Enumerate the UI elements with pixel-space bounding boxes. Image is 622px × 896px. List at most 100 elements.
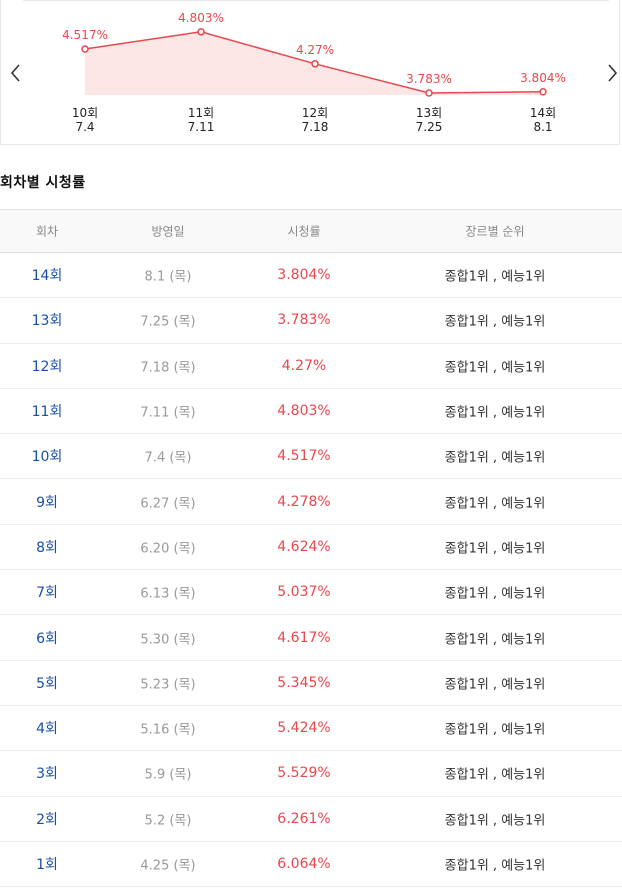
chart-tick-episode: 14회 — [529, 106, 557, 120]
table-row: 13회 7.25 (목) 3.783% 종합1위 , 예능1위 — [0, 298, 622, 344]
row-genre-rank: 종합1위 , 예능1위 — [444, 722, 546, 738]
row-genre-rank: 종합1위 , 예능1위 — [444, 632, 546, 648]
row-genre-rank: 종합1위 , 예능1위 — [444, 360, 546, 376]
row-air-date: 5.9 (목) — [144, 767, 192, 783]
table-row: 12회 7.18 (목) 4.27% 종합1위 , 예능1위 — [0, 344, 622, 389]
row-rating: 3.783% — [277, 312, 331, 329]
row-episode-link[interactable]: 7회 — [36, 582, 58, 602]
table-row: 6회 5.30 (목) 4.617% 종합1위 , 예능1위 — [0, 615, 622, 661]
table-row: 5회 5.23 (목) 5.345% 종합1위 , 예능1위 — [0, 661, 622, 706]
chart-x-tick: 14회 8.1 — [513, 106, 573, 134]
table-row: 8회 6.20 (목) 4.624% 종합1위 , 예능1위 — [0, 525, 622, 571]
chart-x-tick: 11회 7.11 — [171, 106, 231, 134]
table-row: 7회 6.13 (목) 5.037% 종합1위 , 예능1위 — [0, 570, 622, 616]
chart-value-label: 4.803% — [178, 11, 224, 25]
row-rating: 6.261% — [277, 810, 331, 827]
row-rating: 4.624% — [277, 538, 331, 555]
chart-value-label: 3.783% — [406, 72, 452, 86]
row-rating: 6.064% — [277, 856, 331, 872]
row-rating: 4.803% — [277, 403, 331, 420]
chart-point — [425, 89, 433, 97]
chart-point — [197, 28, 205, 36]
row-episode-link[interactable]: 12회 — [32, 356, 63, 376]
row-air-date: 6.20 (목) — [140, 541, 196, 557]
table-row: 3회 5.9 (목) 5.529% 종합1위 , 예능1위 — [0, 751, 622, 797]
table-header: 회차 방영일 시청률 장르별 순위 — [0, 209, 622, 253]
row-air-date: 7.25 (목) — [140, 314, 196, 330]
row-episode-link[interactable]: 4회 — [36, 718, 58, 738]
chart-x-tick: 10회 7.4 — [55, 106, 115, 134]
row-episode-link[interactable]: 13회 — [32, 310, 63, 330]
chart-tick-date: 8.1 — [533, 120, 553, 134]
row-air-date: 4.25 (목) — [140, 858, 196, 874]
row-rating: 4.278% — [277, 493, 331, 510]
header-rating: 시청률 — [287, 224, 321, 239]
row-genre-rank: 종합1위 , 예능1위 — [444, 767, 546, 783]
header-rank: 장르별 순위 — [465, 224, 525, 239]
row-genre-rank: 종합1위 , 예능1위 — [444, 496, 546, 512]
chart-point — [539, 88, 547, 96]
row-genre-rank: 종합1위 , 예능1위 — [444, 269, 546, 285]
row-episode-link[interactable]: 11회 — [32, 401, 63, 421]
table-body: 14회 8.1 (목) 3.804% 종합1위 , 예능1위 13회 7.25 (목) 3.… — [0, 253, 622, 888]
row-genre-rank: 종합1위 , 예능1위 — [444, 586, 546, 602]
row-episode-link[interactable]: 9회 — [36, 492, 58, 512]
row-rating: 4.517% — [277, 448, 331, 465]
row-air-date: 7.18 (목) — [140, 360, 196, 376]
chevron-right-icon[interactable] — [603, 62, 621, 84]
header-episode: 회차 — [35, 224, 59, 239]
row-rating: 5.037% — [277, 584, 331, 601]
row-rating: 5.424% — [277, 720, 331, 737]
table-row: 14회 8.1 (목) 3.804% 종합1위 , 예능1위 — [0, 253, 622, 299]
row-episode-link[interactable]: 10회 — [32, 446, 63, 466]
table-row: 9회 6.27 (목) 4.278% 종합1위 , 예능1위 — [0, 479, 622, 525]
row-air-date: 5.16 (목) — [140, 722, 196, 738]
row-air-date: 8.1 (목) — [144, 269, 192, 285]
table-row: 11회 7.11 (목) 4.803% 종합1위 , 예능1위 — [0, 389, 622, 435]
row-genre-rank: 종합1위 , 예능1위 — [444, 541, 546, 557]
row-episode-link[interactable]: 8회 — [36, 537, 58, 557]
row-air-date: 6.27 (목) — [140, 496, 196, 512]
chevron-left-icon[interactable] — [7, 62, 25, 84]
header-air-date: 방영일 — [151, 224, 185, 239]
chart-tick-date: 7.11 — [187, 120, 215, 134]
ratings-table: 회차 방영일 시청률 장르별 순위 14회 8.1 (목) 3.804% 종합1위 ,… — [0, 209, 622, 888]
chart-point — [311, 60, 319, 68]
row-episode-link[interactable]: 1회 — [36, 854, 58, 874]
ratings-page: 4.517% 4.803% 4.27% 3.783% 3.804% 10회 7.4 11회 7… — [0, 0, 622, 896]
table-row: 1회 4.25 (목) 6.064% 종합1위 , 예능1위 — [0, 842, 622, 888]
table-row: 2회 5.2 (목) 6.261% 종합1위 , 예능1위 — [0, 797, 622, 842]
row-genre-rank: 종합1위 , 예능1위 — [444, 677, 546, 693]
chart-point — [81, 45, 89, 53]
row-air-date: 5.30 (목) — [140, 632, 196, 648]
row-episode-link[interactable]: 3회 — [36, 763, 58, 783]
chart-tick-date: 7.25 — [415, 120, 443, 134]
chart-tick-episode: 12회 — [301, 106, 329, 120]
chart-x-tick: 12회 7.18 — [285, 106, 345, 134]
chart-tick-episode: 11회 — [187, 106, 215, 120]
row-genre-rank: 종합1위 , 예능1위 — [444, 858, 546, 874]
row-episode-link[interactable]: 6회 — [36, 628, 58, 648]
row-episode-link[interactable]: 14회 — [32, 265, 63, 285]
row-rating: 4.27% — [281, 357, 327, 374]
chart-value-label: 4.517% — [62, 28, 108, 42]
chart-value-label: 4.27% — [296, 43, 334, 57]
chart-tick-date: 7.18 — [301, 120, 329, 134]
row-air-date: 5.2 (목) — [144, 813, 192, 829]
row-genre-rank: 종합1위 , 예능1위 — [444, 813, 546, 829]
section-title: 회차별 시청률 — [0, 175, 86, 191]
row-episode-link[interactable]: 2회 — [36, 809, 58, 829]
row-air-date: 7.4 (목) — [144, 450, 192, 466]
row-genre-rank: 종합1위 , 예능1위 — [444, 450, 546, 466]
chart-value-label: 3.804% — [520, 71, 566, 85]
ratings-chart: 4.517% 4.803% 4.27% 3.783% 3.804% 10회 7.4 11회 7… — [0, 0, 620, 145]
row-air-date: 6.13 (목) — [140, 586, 196, 602]
row-rating: 5.345% — [277, 674, 331, 691]
chart-tick-date: 7.4 — [75, 120, 95, 134]
row-genre-rank: 종합1위 , 예능1위 — [444, 405, 546, 421]
row-episode-link[interactable]: 5회 — [36, 673, 58, 693]
row-air-date: 7.11 (목) — [140, 405, 196, 421]
row-air-date: 5.23 (목) — [140, 677, 196, 693]
chart-tick-episode: 13회 — [415, 106, 443, 120]
row-rating: 4.617% — [277, 629, 331, 646]
